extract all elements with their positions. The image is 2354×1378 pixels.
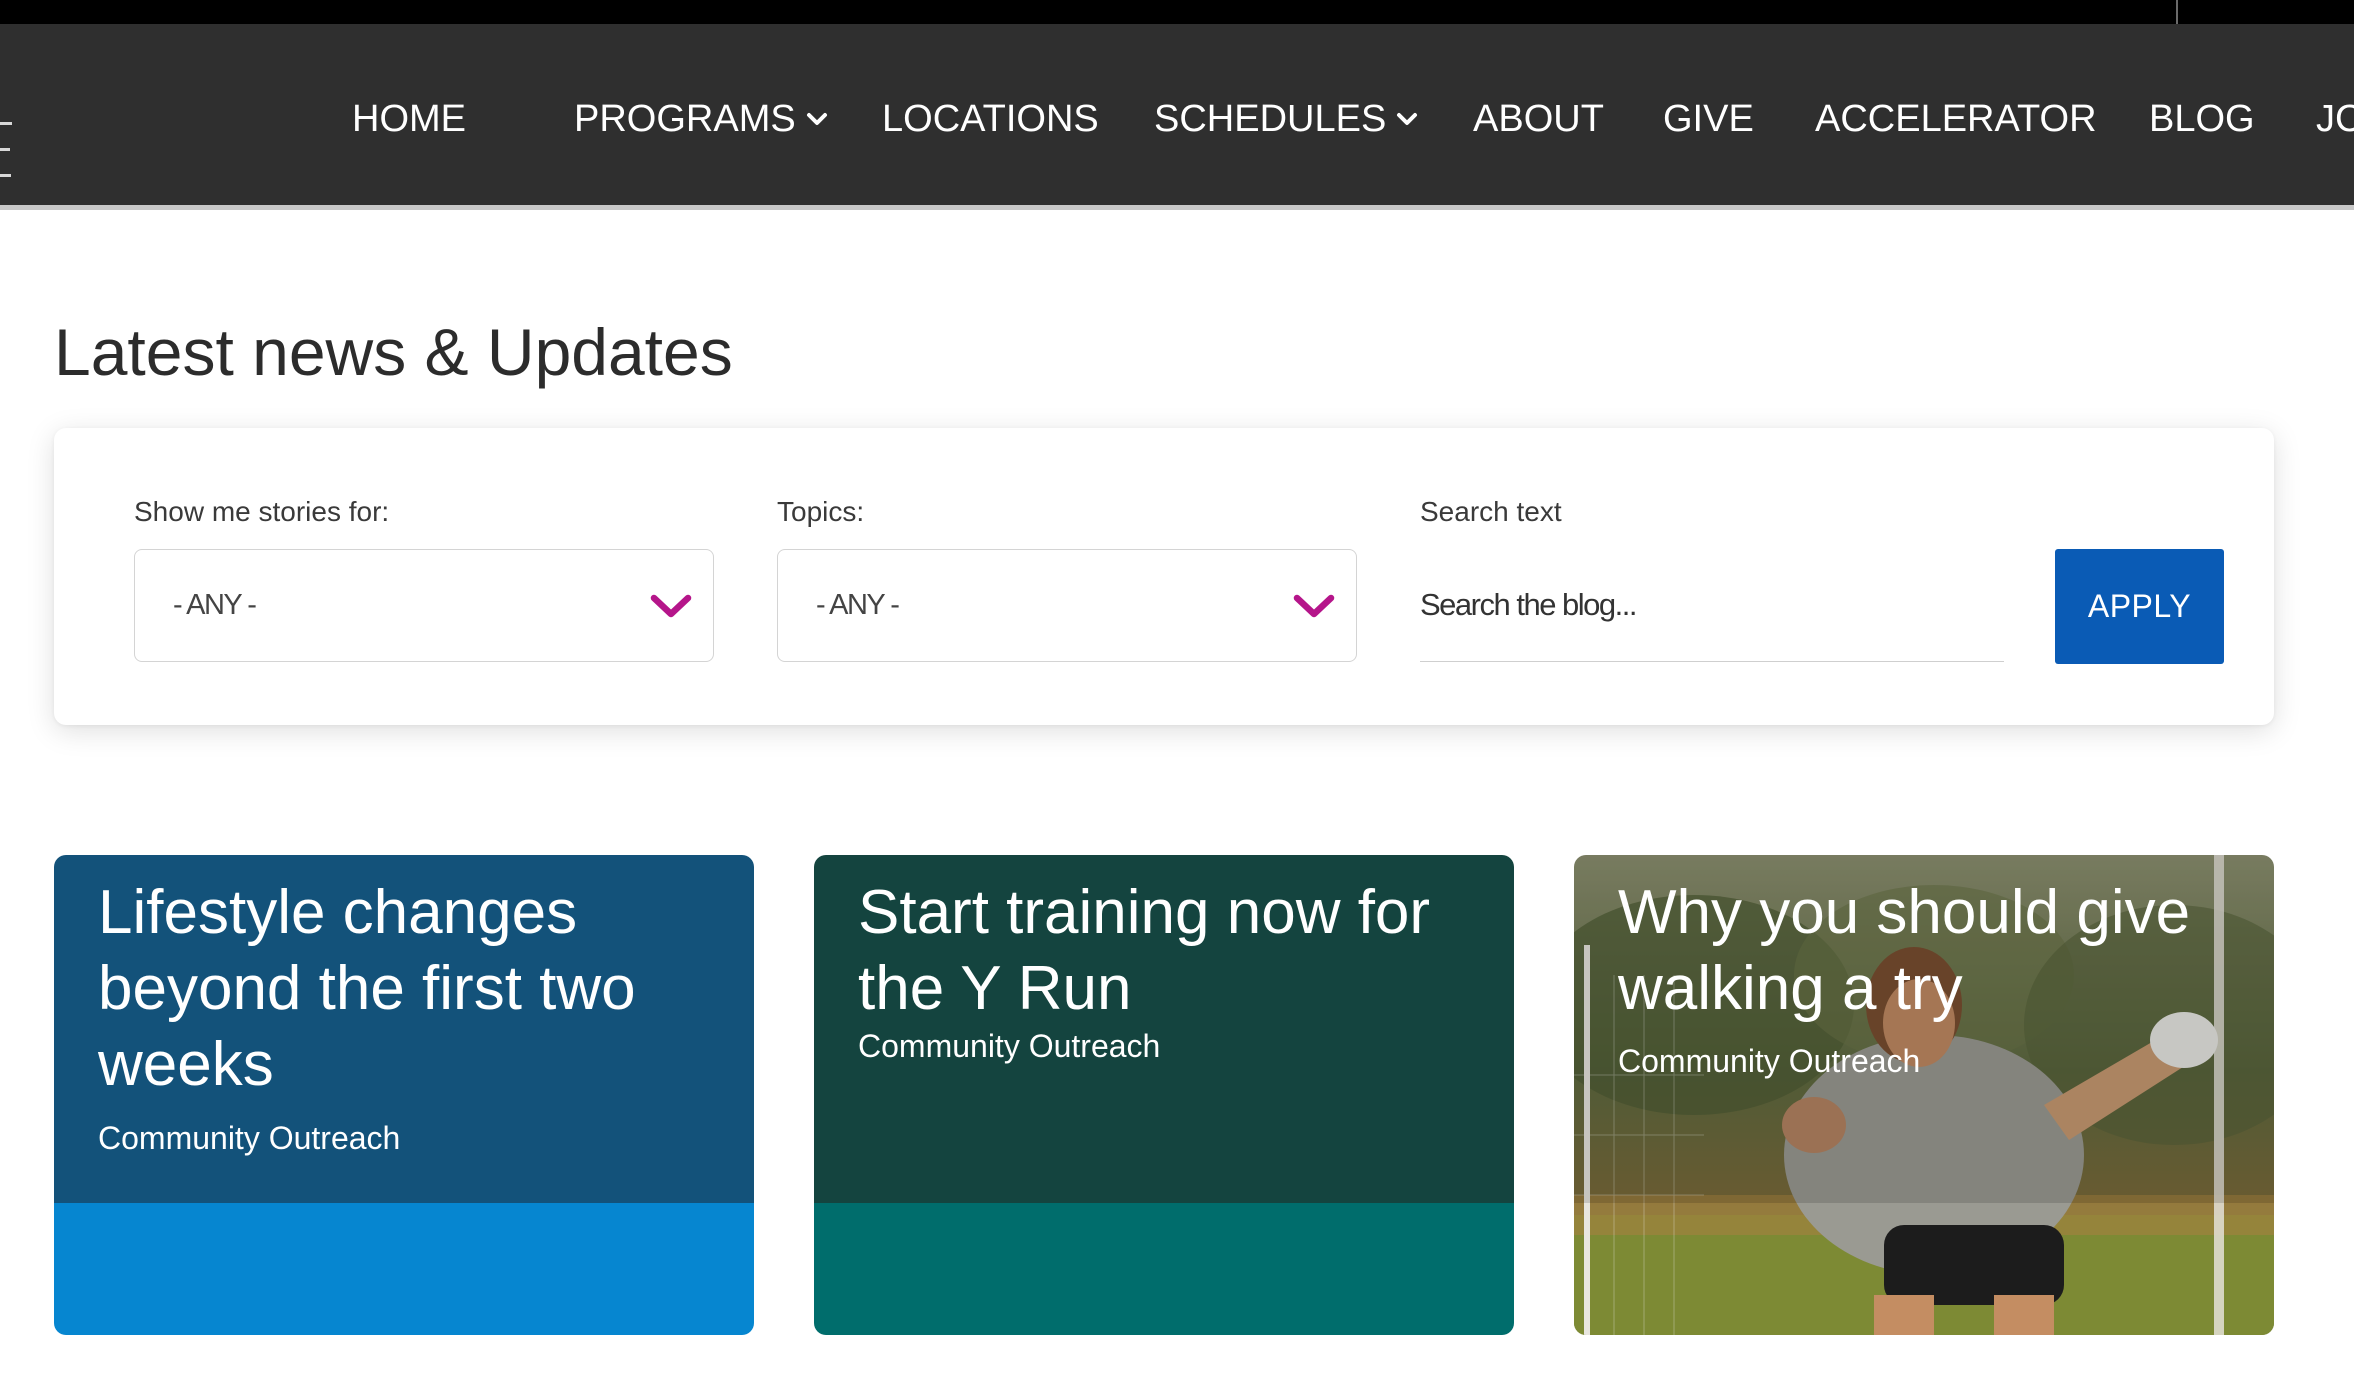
blog-search-input[interactable] [1420,549,2004,662]
apply-button[interactable]: APPLY [2055,549,2224,664]
blog-card[interactable]: Start training now for the Y Run Communi… [814,855,1514,1335]
nav-blog-label: BLOG [2149,98,2255,140]
card-category-tag[interactable]: Community Outreach [858,1028,1160,1065]
chevron-down-icon [1293,594,1335,618]
nav-give[interactable]: GIVE [1663,94,1754,144]
blog-card[interactable]: Lifestyle changes beyond the first two w… [54,855,754,1335]
nav-blog[interactable]: BLOG [2149,94,2255,144]
card-title: Start training now for the Y Run [858,878,1431,1023]
stories-select[interactable]: - ANY - [134,549,714,662]
topics-filter-label: Topics: [777,496,865,527]
site-logo[interactable] [0,122,16,192]
nav-schedules-label: SCHEDULES [1154,98,1387,140]
nav-about[interactable]: ABOUT [1473,94,1604,144]
nav-locations[interactable]: LOCATIONS [882,94,1099,144]
nav-join-label: JC [2316,98,2354,140]
topics-select-value: - ANY - [816,589,900,621]
chevron-down-icon [650,594,692,618]
card-footer-band [54,1203,754,1335]
nav-join[interactable]: JC [2316,94,2354,144]
nav-accelerator-label: ACCELERATOR [1815,98,2097,140]
nav-give-label: GIVE [1663,98,1754,140]
page-title: Latest news & Updates [54,315,733,389]
card-category-tag[interactable]: Community Outreach [98,1120,400,1157]
blog-filter-panel: Show me stories for: - ANY - Topics: - A… [54,428,2274,725]
nav-locations-label: LOCATIONS [882,98,1099,140]
main-navigation: HOME PROGRAMS LOCATIONS SCHEDULES ABOUT … [0,24,2354,210]
nav-programs[interactable]: PROGRAMS [574,94,828,144]
card-title: Why you should give walking a try [1618,878,2191,1023]
nav-about-label: ABOUT [1473,98,1604,140]
topics-select[interactable]: - ANY - [777,549,1357,662]
card-footer-band [814,1203,1514,1335]
search-text-label: Search text [1420,496,1562,527]
nav-accelerator[interactable]: ACCELERATOR [1815,94,2097,144]
top-utility-bar [0,0,2354,24]
chevron-down-icon [1397,113,1418,125]
card-title: Lifestyle changes beyond the first two w… [98,878,636,1099]
topbar-divider [2176,0,2178,24]
stories-select-value: - ANY - [173,589,257,621]
nav-home[interactable]: HOME [352,94,466,144]
chevron-down-icon [806,113,827,125]
stories-filter-label: Show me stories for: [134,496,390,527]
card-category-tag[interactable]: Community Outreach [1618,1043,1920,1080]
nav-schedules[interactable]: SCHEDULES [1154,94,1418,144]
nav-programs-label: PROGRAMS [574,98,796,140]
blog-card[interactable]: Why you should give walking a try Commun… [1574,855,2274,1335]
nav-home-label: HOME [352,98,466,140]
